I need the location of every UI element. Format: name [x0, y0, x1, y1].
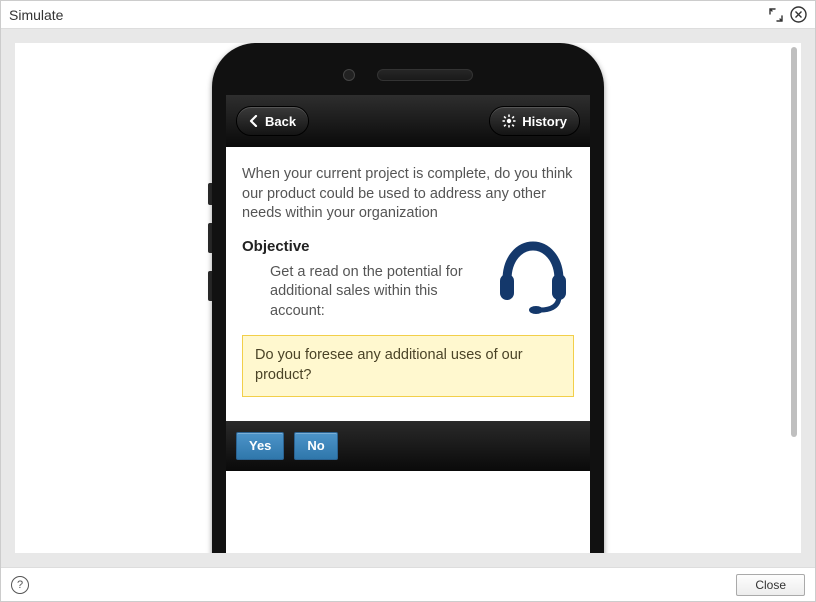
objective-text: Get a read on the potential for addition… — [242, 263, 482, 322]
gear-icon — [502, 114, 516, 128]
phone-screen: Back History — [226, 95, 590, 553]
speaker-icon — [377, 69, 473, 81]
help-icon[interactable]: ? — [11, 576, 29, 594]
close-icon[interactable] — [790, 6, 807, 23]
simulate-window: Simulate — [0, 0, 816, 602]
objective-heading: Objective — [242, 238, 482, 255]
footer: ? Close — [1, 567, 815, 601]
expand-icon[interactable] — [767, 6, 784, 23]
question-text: When your current project is complete, d… — [242, 165, 574, 224]
back-button[interactable]: Back — [236, 106, 309, 136]
window-title: Simulate — [9, 7, 63, 23]
nav-bar: Back History — [226, 95, 590, 147]
scrollbar[interactable] — [791, 47, 797, 437]
back-button-label: Back — [265, 114, 296, 129]
camera-icon — [343, 69, 355, 81]
prompt-box: Do you foresee any additional uses of ou… — [242, 335, 574, 396]
history-button-label: History — [522, 114, 567, 129]
history-button[interactable]: History — [489, 106, 580, 136]
titlebar: Simulate — [1, 1, 815, 29]
headset-icon — [492, 238, 574, 316]
no-button[interactable]: No — [294, 432, 337, 460]
preview-panel: Back History — [15, 43, 801, 553]
close-button[interactable]: Close — [736, 574, 805, 596]
content-area: Back History — [1, 29, 815, 567]
yes-button[interactable]: Yes — [236, 432, 284, 460]
action-bar: Yes No — [226, 421, 590, 471]
page-content: When your current project is complete, d… — [226, 147, 590, 397]
chevron-left-icon — [249, 115, 259, 127]
phone-frame: Back History — [212, 43, 604, 553]
